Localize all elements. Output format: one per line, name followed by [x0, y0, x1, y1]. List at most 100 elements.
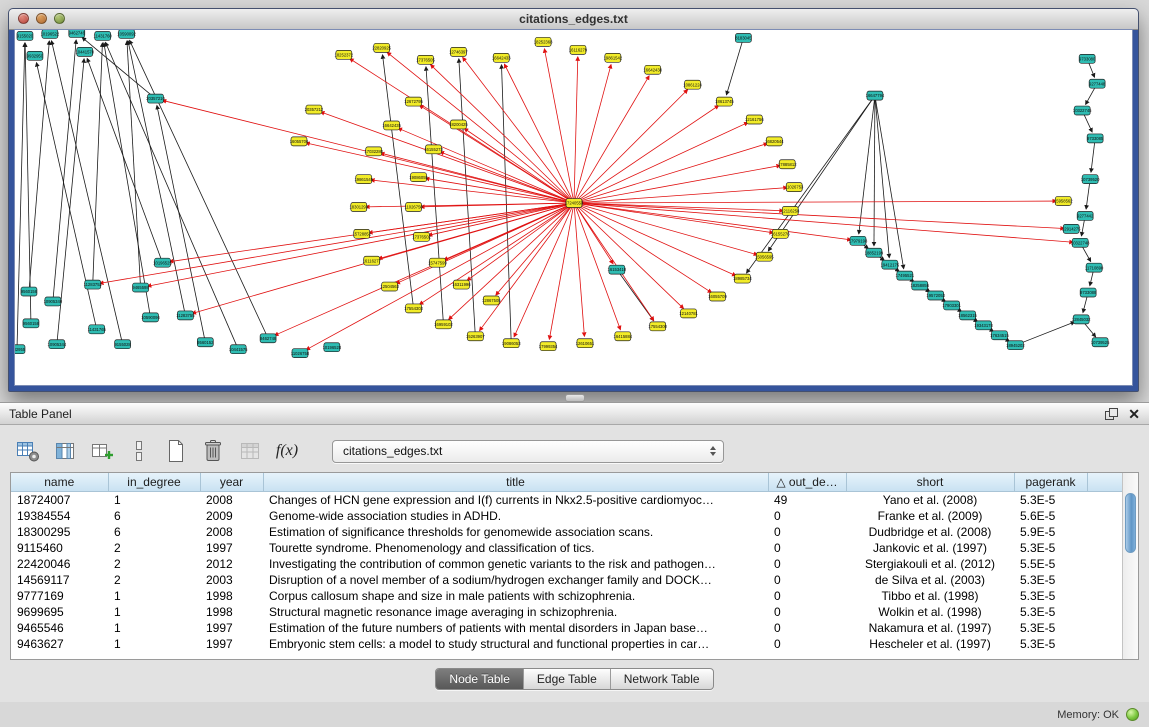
network-node[interactable]: 18200425 [449, 120, 468, 129]
cell[interactable]: 0 [768, 540, 846, 556]
network-edge[interactable] [320, 112, 574, 203]
network-edge[interactable] [504, 64, 574, 203]
network-node[interactable]: 9932950 [27, 51, 44, 60]
network-edge[interactable] [574, 122, 748, 203]
cell[interactable]: 9115460 [11, 540, 108, 556]
network-node[interactable]: 16642438 [643, 65, 662, 74]
cell[interactable]: Investigating the contribution of common… [263, 556, 768, 572]
network-node[interactable]: 16642435 [382, 121, 401, 130]
cell[interactable]: 2012 [200, 556, 263, 572]
network-node[interactable]: 10322748 [1071, 238, 1090, 247]
network-node[interactable]: 15747599 [428, 258, 447, 267]
network-node[interactable]: 11431760 [94, 31, 113, 40]
network-node[interactable]: 16820544 [765, 137, 784, 146]
cell[interactable]: 9463627 [11, 636, 108, 652]
cell[interactable]: de Silva et al. (2003) [846, 572, 1014, 588]
cell[interactable]: 49 [768, 492, 846, 509]
network-node[interactable]: 17554300 [648, 322, 667, 331]
new-table-icon[interactable] [162, 438, 190, 464]
network-node[interactable]: 20357210 [146, 94, 165, 103]
network-node[interactable]: 18252368 [534, 37, 553, 46]
cell[interactable]: 5.3E-5 [1014, 572, 1087, 588]
network-node[interactable]: 9560158 [23, 319, 40, 328]
network-node[interactable]: 10590092 [117, 30, 136, 38]
cell[interactable]: 18300295 [11, 524, 108, 540]
network-node[interactable]: 17376505 [416, 55, 435, 64]
cell[interactable]: Jankovic et al. (1997) [846, 540, 1014, 556]
cell[interactable]: 1 [108, 620, 200, 636]
network-node[interactable]: 11026758 [291, 349, 310, 358]
network-node[interactable]: 12140781 [679, 309, 698, 318]
network-node[interactable]: 12845032 [1072, 315, 1091, 324]
cell[interactable]: Structural magnetic resonance image aver… [263, 604, 768, 620]
column-header-pagerank[interactable]: pagerank [1014, 473, 1087, 492]
cell[interactable]: 5.3E-5 [1014, 636, 1087, 652]
network-edge[interactable] [496, 203, 574, 295]
network-edge[interactable] [93, 43, 103, 285]
network-node[interactable]: 10441570 [75, 47, 94, 56]
network-node[interactable]: 11283755 [176, 311, 195, 320]
network-node[interactable]: 16311996 [452, 280, 471, 289]
table-row[interactable]: 969969511998Structural magnetic resonanc… [11, 604, 1125, 620]
network-edge[interactable] [479, 203, 574, 331]
table-row[interactable]: 1830029562008Estimation of significance … [11, 524, 1125, 540]
network-edge[interactable] [87, 58, 162, 262]
cell[interactable]: 5.3E-5 [1014, 604, 1087, 620]
column-header-in_degree[interactable]: in_degree [108, 473, 200, 492]
network-edge[interactable] [130, 40, 269, 338]
show-columns-icon[interactable] [51, 438, 79, 464]
network-edge[interactable] [25, 43, 31, 323]
column-header-name[interactable]: name [11, 473, 108, 492]
cell[interactable]: 1998 [200, 588, 263, 604]
cell[interactable]: 5.3E-5 [1014, 540, 1087, 556]
network-node[interactable]: 16959102 [434, 320, 453, 329]
cell[interactable]: Corpus callosum shape and size in male p… [263, 588, 768, 604]
cell[interactable]: 5.3E-5 [1014, 492, 1087, 509]
panel-splitter-handle[interactable] [565, 394, 585, 402]
cell[interactable]: 2 [108, 556, 200, 572]
delete-table-icon[interactable] [199, 438, 227, 464]
scrollbar-thumb[interactable] [1125, 493, 1136, 553]
network-edge[interactable] [463, 57, 574, 203]
cell[interactable]: 5.9E-5 [1014, 524, 1087, 540]
window-titlebar[interactable]: citations_edges.txt [9, 9, 1138, 30]
cell[interactable]: 5.3E-5 [1014, 620, 1087, 636]
cell[interactable]: 2009 [200, 508, 263, 524]
cell[interactable]: 9465546 [11, 620, 108, 636]
network-node[interactable]: 10739525 [1091, 338, 1110, 347]
network-node[interactable]: 18613745 [715, 97, 734, 106]
network-node[interactable]: 19086053 [502, 339, 521, 348]
network-table-selector[interactable]: citations_edges.txt [332, 440, 724, 463]
network-node[interactable]: 16415884 [614, 332, 633, 341]
table-row[interactable]: 977716911998Corpus callosum shape and si… [11, 588, 1125, 604]
network-node[interactable]: 19343178 [974, 321, 993, 330]
cell[interactable]: 0 [768, 620, 846, 636]
network-node[interactable]: 16155273 [424, 145, 443, 154]
network-node[interactable]: 10322745 [1073, 106, 1092, 115]
table-row[interactable]: 946554611997Estimation of the future num… [11, 620, 1125, 636]
tab-edge-table[interactable]: Edge Table [523, 669, 610, 689]
network-edge[interactable] [105, 42, 238, 349]
network-node[interactable]: 9733085 [1087, 134, 1104, 143]
network-edge[interactable] [29, 41, 49, 292]
network-node[interactable]: 22820925 [372, 43, 391, 52]
float-panel-icon[interactable] [1105, 408, 1118, 420]
network-node[interactable]: 11710890 [1085, 263, 1104, 272]
network-node[interactable]: 17554303 [404, 304, 423, 313]
table-row[interactable]: 2242004622012Investigating the contribut… [11, 556, 1125, 572]
network-node[interactable]: 15263907 [466, 332, 485, 341]
network-node[interactable]: 11431765 [88, 325, 107, 334]
network-edge[interactable] [574, 201, 1056, 203]
cell[interactable]: Embryonic stem cells: a model to study s… [263, 636, 768, 652]
network-graph[interactable]: 1724055318252372228209251737650512746397… [15, 30, 1132, 385]
network-node[interactable]: 16642433 [492, 53, 511, 62]
network-edge[interactable] [169, 203, 574, 262]
network-node[interactable]: 9277442 [1077, 211, 1094, 220]
network-edge[interactable] [746, 96, 874, 273]
network-node[interactable]: 18301293 [349, 203, 368, 212]
network-node[interactable]: 12746397 [449, 47, 468, 56]
network-node[interactable]: 9462748 [260, 334, 277, 343]
network-node[interactable]: 10441575 [229, 345, 248, 354]
network-edge[interactable] [82, 37, 155, 98]
cell[interactable]: 2008 [200, 524, 263, 540]
